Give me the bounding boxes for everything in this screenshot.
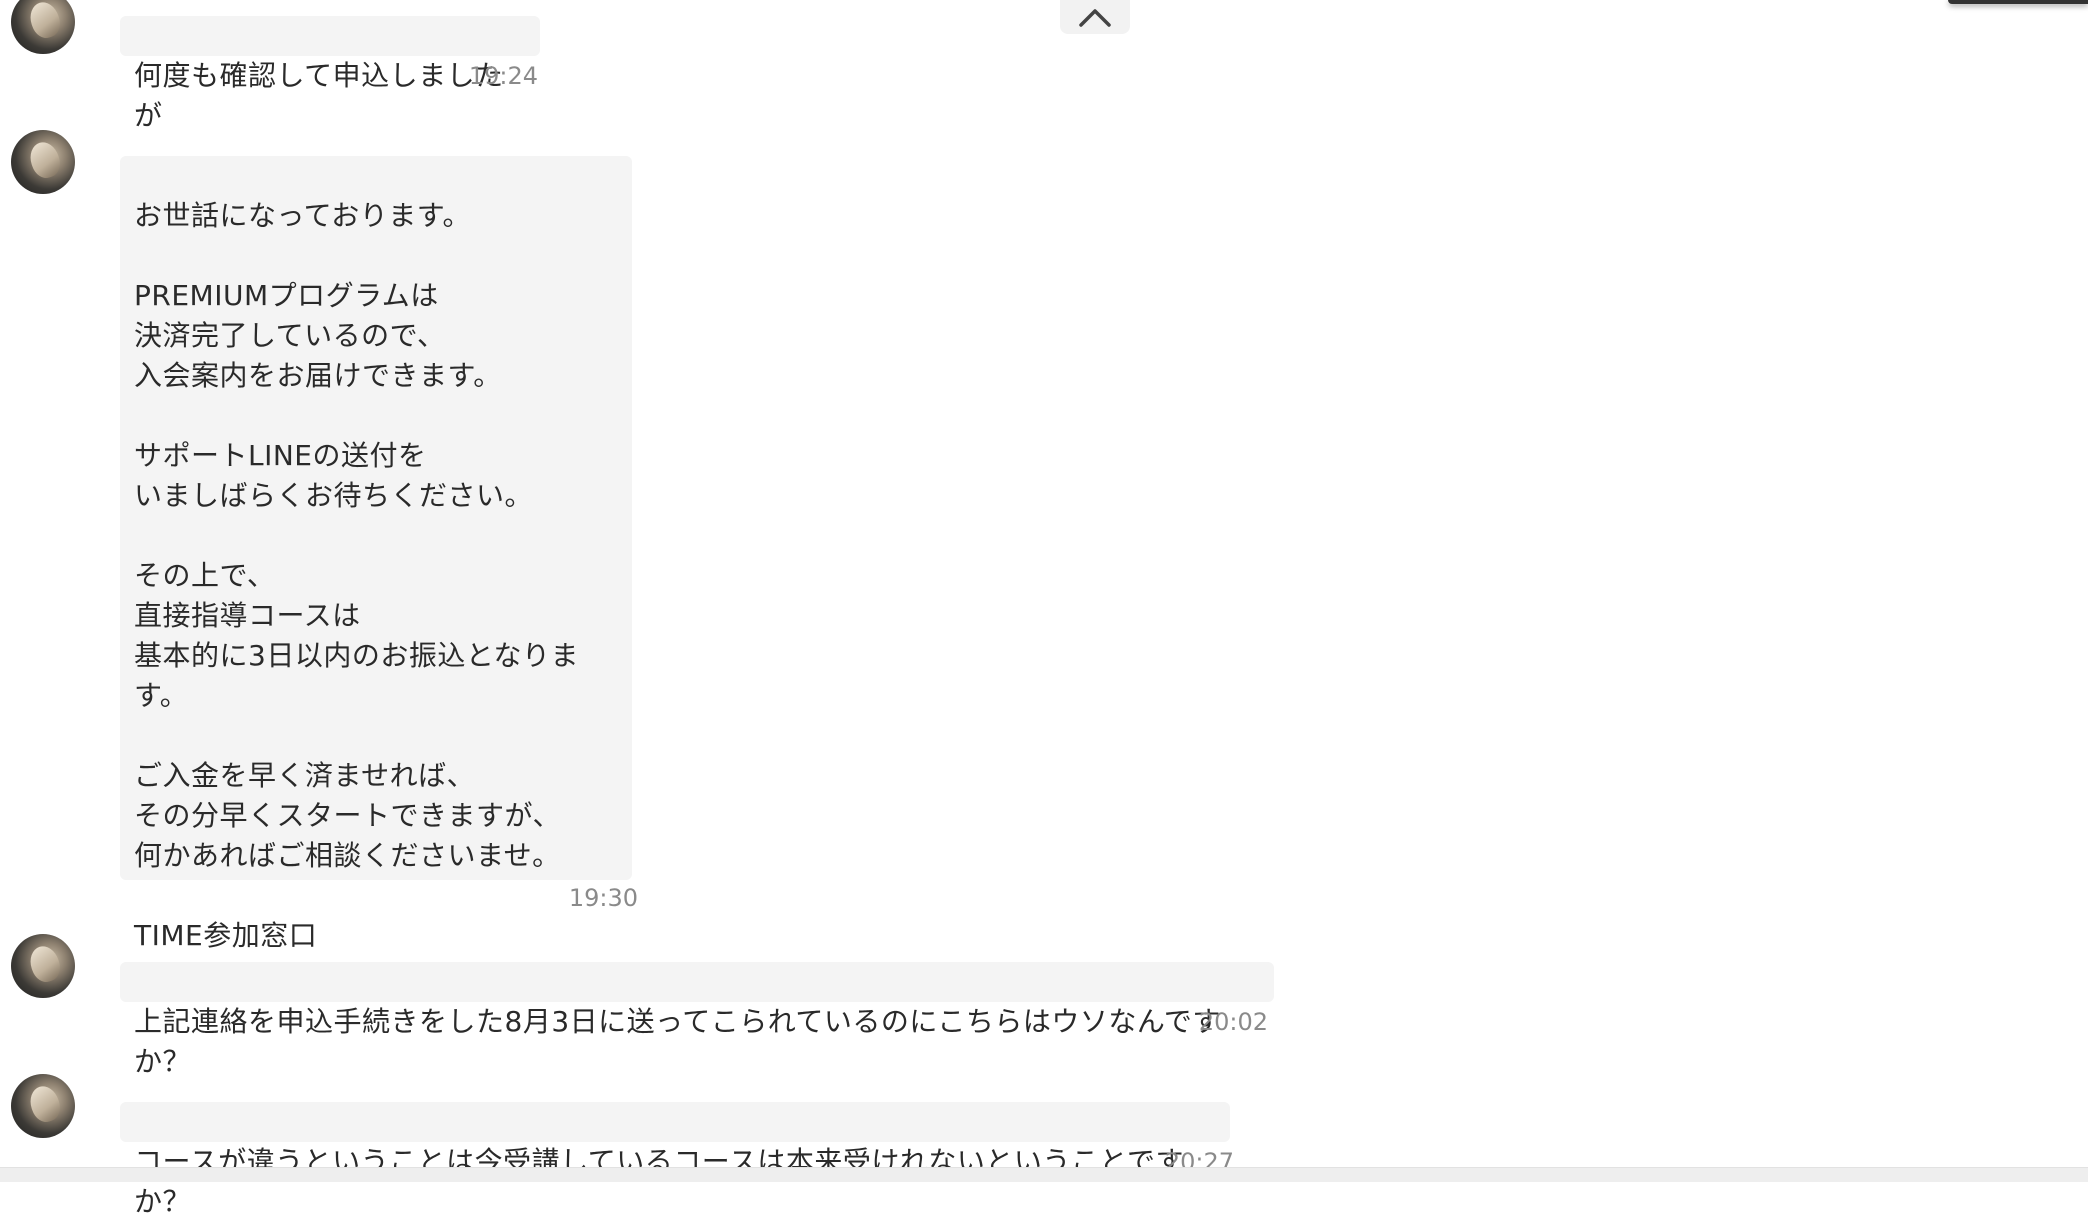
message-bubble: コースが違うということは今受講しているコースは本来受けれないということですか？ bbox=[120, 1102, 1230, 1218]
bottom-bar bbox=[0, 1167, 2088, 1182]
sender-avatar[interactable] bbox=[11, 934, 75, 998]
message-bubble: お世話になっております。 PREMIUMプログラムは 決済完了しているので、 入… bbox=[120, 156, 632, 952]
sender-avatar[interactable] bbox=[11, 0, 75, 54]
sender-avatar[interactable] bbox=[11, 1074, 75, 1138]
message-time: 20:02 bbox=[1198, 1008, 1268, 1036]
message-time: 19:24 bbox=[468, 62, 538, 90]
message-bubble: 何度も確認して申込しましたが bbox=[120, 16, 540, 132]
sender-avatar[interactable] bbox=[11, 130, 75, 194]
chevron-up-icon bbox=[1079, 9, 1111, 27]
message-text: 上記連絡を申込手続きをした8月3日に送ってこられているのにこちらはウソなんですか… bbox=[134, 1005, 1221, 1078]
message-text: お世話になっております。 PREMIUMプログラムは 決済完了しているので、 入… bbox=[134, 199, 579, 952]
overlay-edge bbox=[1948, 0, 2088, 4]
scroll-up-button[interactable] bbox=[1060, 0, 1130, 34]
message-bubble: 上記連絡を申込手続きをした8月3日に送ってこられているのにこちらはウソなんですか… bbox=[120, 962, 1274, 1078]
chat-thread: 何度も確認して申込しましたが 19:24 お世話になっております。 PREMIU… bbox=[0, 0, 2088, 1218]
message-time: 19:30 bbox=[568, 884, 638, 912]
